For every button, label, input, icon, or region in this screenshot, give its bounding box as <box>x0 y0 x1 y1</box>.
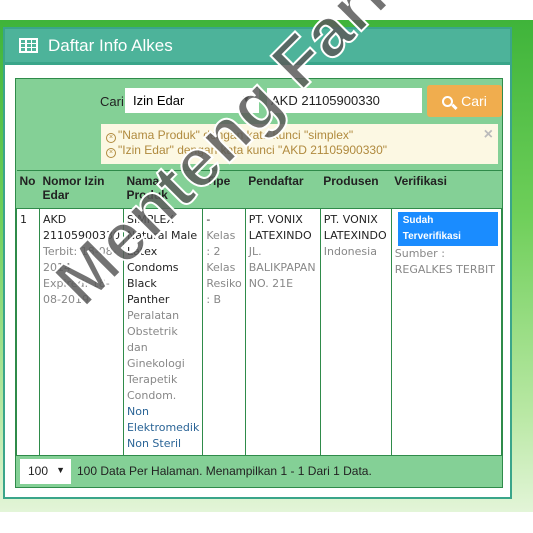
source-text: Sumber : REGALKES TERBIT <box>394 247 495 276</box>
col-no: No <box>16 170 40 209</box>
product-subcategory: Non Elektromedik Non Steril <box>126 405 200 450</box>
active-filters-alert: × "Nama Produk" dengan kata kunci "simple… <box>101 124 498 164</box>
page-title: Daftar Info Alkes <box>48 35 173 55</box>
col-pendaftar: Pendaftar <box>245 170 321 209</box>
filter-text: "Izin Edar" dengan kata kunci "AKD 21105… <box>118 143 387 157</box>
remove-filter-icon[interactable]: × <box>106 133 116 143</box>
search-button[interactable]: Cari <box>427 85 502 117</box>
pagination-bar: 100 ▼ 100 Data Per Halaman. Menampilkan 1… <box>16 455 502 487</box>
kelas-value: Kelas : 2 <box>206 229 236 258</box>
resiko-value: Kelas Resiko : B <box>206 261 242 306</box>
table-header-row: No Nomor Izin Edar Nama Produk Tipe Pend… <box>16 170 502 209</box>
col-verifikasi: Verifikasi <box>391 170 502 209</box>
search-icon <box>442 95 454 107</box>
pendaftar-address: JL. BALIKPAPAN NO. 21E <box>248 245 316 290</box>
pendaftar-name: PT. VONIX LATEXINDO <box>248 213 312 242</box>
panel-header: Daftar Info Alkes <box>5 29 510 65</box>
cell-verifikasi: Sudah Terverifikasi Sumber : REGALKES TER… <box>390 208 503 456</box>
dropdown-arrow-icon: ▼ <box>241 94 251 105</box>
results-table: No Nomor Izin Edar Nama Produk Tipe Pend… <box>16 170 503 456</box>
search-button-label: Cari <box>461 93 487 109</box>
produsen-country: Indonesia <box>323 245 377 258</box>
search-label: Cari <box>100 94 124 109</box>
col-produsen: Produsen <box>320 170 392 209</box>
tipe-value: - <box>206 213 211 226</box>
produsen-name: PT. VONIX LATEXINDO <box>323 213 387 242</box>
status-badge: Sudah Terverifikasi <box>397 212 498 246</box>
results-box: Cari Izin Edar ▼ AKD 21105900330 Cari × "N… <box>15 78 503 488</box>
close-icon[interactable]: × <box>484 127 493 143</box>
cell-izin: AKD 21105900330 Terbit: 18-08-2014 Expired… <box>39 208 124 456</box>
alkes-panel: Daftar Info Alkes Cari Izin Edar ▼ AKD 21… <box>3 27 512 499</box>
search-input[interactable]: AKD 21105900330 <box>267 88 422 113</box>
cell-tipe: - Kelas : 2 Kelas Resiko : B <box>202 208 246 456</box>
pagination-summary: 100 Data Per Halaman. Menampilkan 1 - 1 … <box>77 464 372 478</box>
remove-filter-icon[interactable]: × <box>106 148 116 158</box>
search-bar: Cari Izin Edar ▼ AKD 21105900330 Cari <box>16 85 502 118</box>
dropdown-arrow-icon: ▼ <box>56 465 65 475</box>
terbit-date: Terbit: 18-08-2014 <box>43 245 117 274</box>
col-izin: Nomor Izin Edar <box>39 170 124 209</box>
col-tipe: Tipe <box>202 170 246 209</box>
product-name: SIMPLEX Natural Male Latex Condoms Black… <box>126 213 198 306</box>
izin-number: AKD 21105900330 <box>43 213 120 242</box>
cell-no: 1 <box>16 208 40 456</box>
cell-nama: SIMPLEX Natural Male Latex Condoms Black… <box>122 208 204 456</box>
expired-date: Expired: 18-08-2019 <box>43 277 110 306</box>
cell-pendaftar: PT. VONIX LATEXINDO JL. BALIKPAPAN NO. 21… <box>244 208 321 456</box>
filter-text: "Nama Produk" dengan kata kunci "simplex… <box>118 128 354 142</box>
table-row: 1 AKD 21105900330 Terbit: 18-08-2014 Expir… <box>16 208 503 456</box>
cell-produsen: PT. VONIX LATEXINDO Indonesia <box>319 208 392 456</box>
col-nama: Nama Produk <box>123 170 203 209</box>
search-field-select[interactable]: Izin Edar ▼ <box>125 88 259 113</box>
product-category: Peralatan Obstetrik dan Ginekologi Terap… <box>126 309 185 402</box>
select-value: Izin Edar <box>133 93 185 108</box>
filter-item[interactable]: × "Nama Produk" dengan kata kunci "simple… <box>106 128 493 143</box>
table-grid-icon <box>19 38 38 53</box>
filter-item[interactable]: × "Izin Edar" dengan kata kunci "AKD 2110… <box>106 143 493 158</box>
per-page-value: 100 <box>28 464 49 478</box>
per-page-select[interactable]: 100 ▼ <box>20 459 71 484</box>
